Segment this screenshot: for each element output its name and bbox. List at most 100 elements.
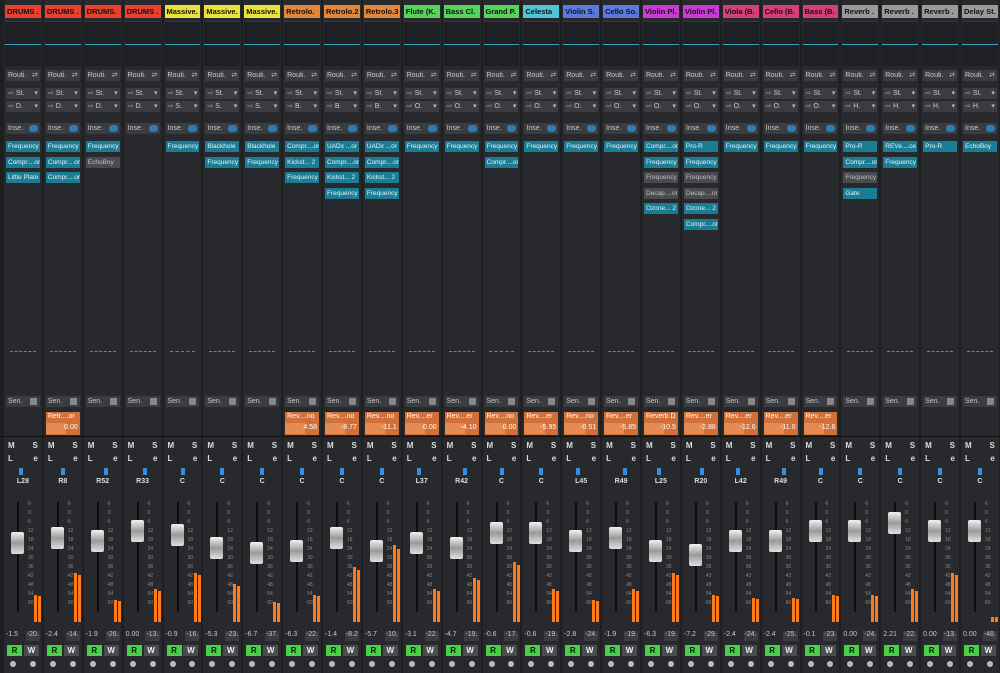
sends-header[interactable]: Sen.	[85, 396, 120, 407]
fader-knob[interactable]	[888, 512, 902, 534]
fader-knob[interactable]	[90, 530, 104, 552]
routing-header[interactable]: Routi. ⇄	[6, 70, 40, 81]
insert-slot[interactable]: Frequency	[245, 156, 280, 168]
solo-button[interactable]: S	[830, 441, 835, 450]
pan-control[interactable]	[455, 468, 469, 478]
sends-header[interactable]: Sen.	[285, 396, 319, 407]
solo-button[interactable]: S	[910, 441, 915, 450]
output-selector[interactable]: ⇨ B. ▾	[325, 101, 359, 112]
write-button[interactable]: W	[263, 645, 279, 656]
write-button[interactable]: W	[303, 645, 318, 656]
routing-header[interactable]: Routi. ⇄	[444, 70, 479, 81]
insert-slot[interactable]: Frequency	[683, 172, 718, 183]
fader-knob[interactable]	[808, 520, 822, 542]
channel-name[interactable]: DRUMS.	[84, 5, 121, 18]
pan-control[interactable]	[614, 468, 628, 478]
mute-button[interactable]: M	[606, 441, 613, 450]
read-button[interactable]: R	[525, 645, 541, 656]
output-selector[interactable]: ⇨ H. ▾	[963, 101, 997, 112]
write-button[interactable]: W	[143, 645, 159, 656]
fader-knob[interactable]	[11, 532, 24, 554]
listen-button[interactable]: L	[845, 454, 850, 463]
output-selector[interactable]: ⇨ H. ▾	[883, 101, 918, 112]
inserts-header[interactable]: Inse.	[205, 123, 240, 134]
speaker-icon[interactable]	[947, 661, 953, 667]
insert-slot[interactable]: Compr....or	[683, 218, 718, 230]
peak-value[interactable]: -22.	[304, 631, 319, 641]
peak-value[interactable]: -24.	[863, 631, 878, 641]
volume-value[interactable]: -5.7	[365, 631, 377, 641]
pan-control[interactable]	[335, 468, 349, 478]
sends-menu-icon[interactable]	[269, 398, 277, 405]
write-button[interactable]: W	[542, 645, 558, 656]
peak-value[interactable]: -14.	[65, 631, 80, 641]
edit-button[interactable]: e	[193, 454, 197, 463]
fader-knob[interactable]	[210, 537, 224, 559]
peak-value[interactable]: -10.	[384, 631, 399, 641]
routing-header[interactable]: Routi. ⇄	[803, 70, 838, 81]
output-selector[interactable]: ⇨ O. ▾	[444, 101, 479, 112]
input-selector[interactable]: ⇨ St. ▾	[604, 88, 638, 99]
automation-lane[interactable]	[523, 21, 560, 66]
fader-knob[interactable]	[848, 520, 862, 542]
listen-button[interactable]: L	[806, 454, 811, 463]
listen-button[interactable]: L	[885, 454, 890, 463]
read-button[interactable]: R	[884, 645, 900, 656]
output-selector[interactable]: ⇨ S. ▾	[245, 101, 280, 112]
channel-name[interactable]: Retrolo.	[284, 5, 320, 18]
mute-button[interactable]: M	[646, 441, 653, 450]
monitor-dot-icon[interactable]	[927, 661, 934, 667]
edit-button[interactable]: e	[33, 454, 37, 463]
sends-header[interactable]: Sen.	[843, 396, 878, 407]
inserts-header[interactable]: Inse.	[683, 123, 718, 134]
insert-slot[interactable]: Frequency	[484, 141, 519, 152]
inserts-header[interactable]: Inse.	[45, 123, 80, 134]
insert-slot[interactable]: Compr....or	[6, 156, 40, 168]
edit-button[interactable]: e	[990, 454, 994, 463]
monitor-dot-icon[interactable]	[608, 661, 615, 667]
automation-lane[interactable]	[762, 21, 799, 66]
speaker-icon[interactable]	[548, 661, 555, 667]
pan-control[interactable]	[495, 468, 509, 478]
insert-slot[interactable]: Decap....or	[683, 187, 718, 199]
read-button[interactable]: R	[126, 645, 142, 656]
insert-slot[interactable]: Frequency	[763, 141, 798, 152]
monitor-dot-icon[interactable]	[289, 661, 296, 667]
edit-button[interactable]: e	[352, 454, 356, 463]
solo-button[interactable]: S	[471, 441, 476, 450]
read-button[interactable]: R	[365, 645, 381, 656]
channel-name[interactable]: DRUMS .	[5, 5, 41, 18]
pan-control[interactable]	[973, 468, 987, 478]
output-selector[interactable]: ⇨ O. ▾	[723, 101, 758, 112]
channel-name[interactable]: Flute (K.	[403, 5, 440, 18]
sends-header[interactable]: Sen.	[45, 396, 80, 407]
speaker-icon[interactable]	[109, 661, 116, 667]
output-selector[interactable]: ⇨ D. ▾	[125, 101, 160, 112]
fader-knob[interactable]	[928, 520, 942, 542]
inserts-bypass-toggle[interactable]	[866, 125, 876, 132]
input-selector[interactable]: ⇨ St. ▾	[644, 88, 678, 99]
output-selector[interactable]: ⇨ O. ▾	[484, 101, 519, 112]
input-selector[interactable]: ⇨ St. ▾	[245, 88, 280, 99]
insert-slot[interactable]: Frequency	[723, 141, 758, 152]
sends-menu-icon[interactable]	[628, 398, 635, 405]
edit-button[interactable]: e	[671, 454, 675, 463]
output-selector[interactable]: ⇨ H. ▾	[843, 101, 878, 112]
mute-button[interactable]: M	[526, 441, 533, 450]
pan-control[interactable]	[893, 468, 907, 478]
send-slot[interactable]: Rev....er 0.00	[404, 412, 439, 435]
send-slot[interactable]: Rev....er -4.10	[444, 412, 479, 435]
solo-button[interactable]: S	[431, 441, 436, 450]
speaker-icon[interactable]	[269, 661, 276, 667]
peak-value[interactable]: -16.	[185, 631, 200, 641]
mute-button[interactable]: M	[845, 441, 852, 450]
sends-menu-icon[interactable]	[787, 398, 795, 405]
read-button[interactable]: R	[445, 645, 461, 656]
sends-menu-icon[interactable]	[109, 398, 117, 405]
input-selector[interactable]: ⇨ St. ▾	[125, 88, 160, 99]
solo-button[interactable]: S	[192, 441, 197, 450]
automation-lane[interactable]	[44, 21, 81, 66]
channel-name[interactable]: Reverb .	[882, 5, 919, 18]
read-button[interactable]: R	[924, 645, 940, 656]
sends-header[interactable]: Sen.	[524, 396, 559, 407]
